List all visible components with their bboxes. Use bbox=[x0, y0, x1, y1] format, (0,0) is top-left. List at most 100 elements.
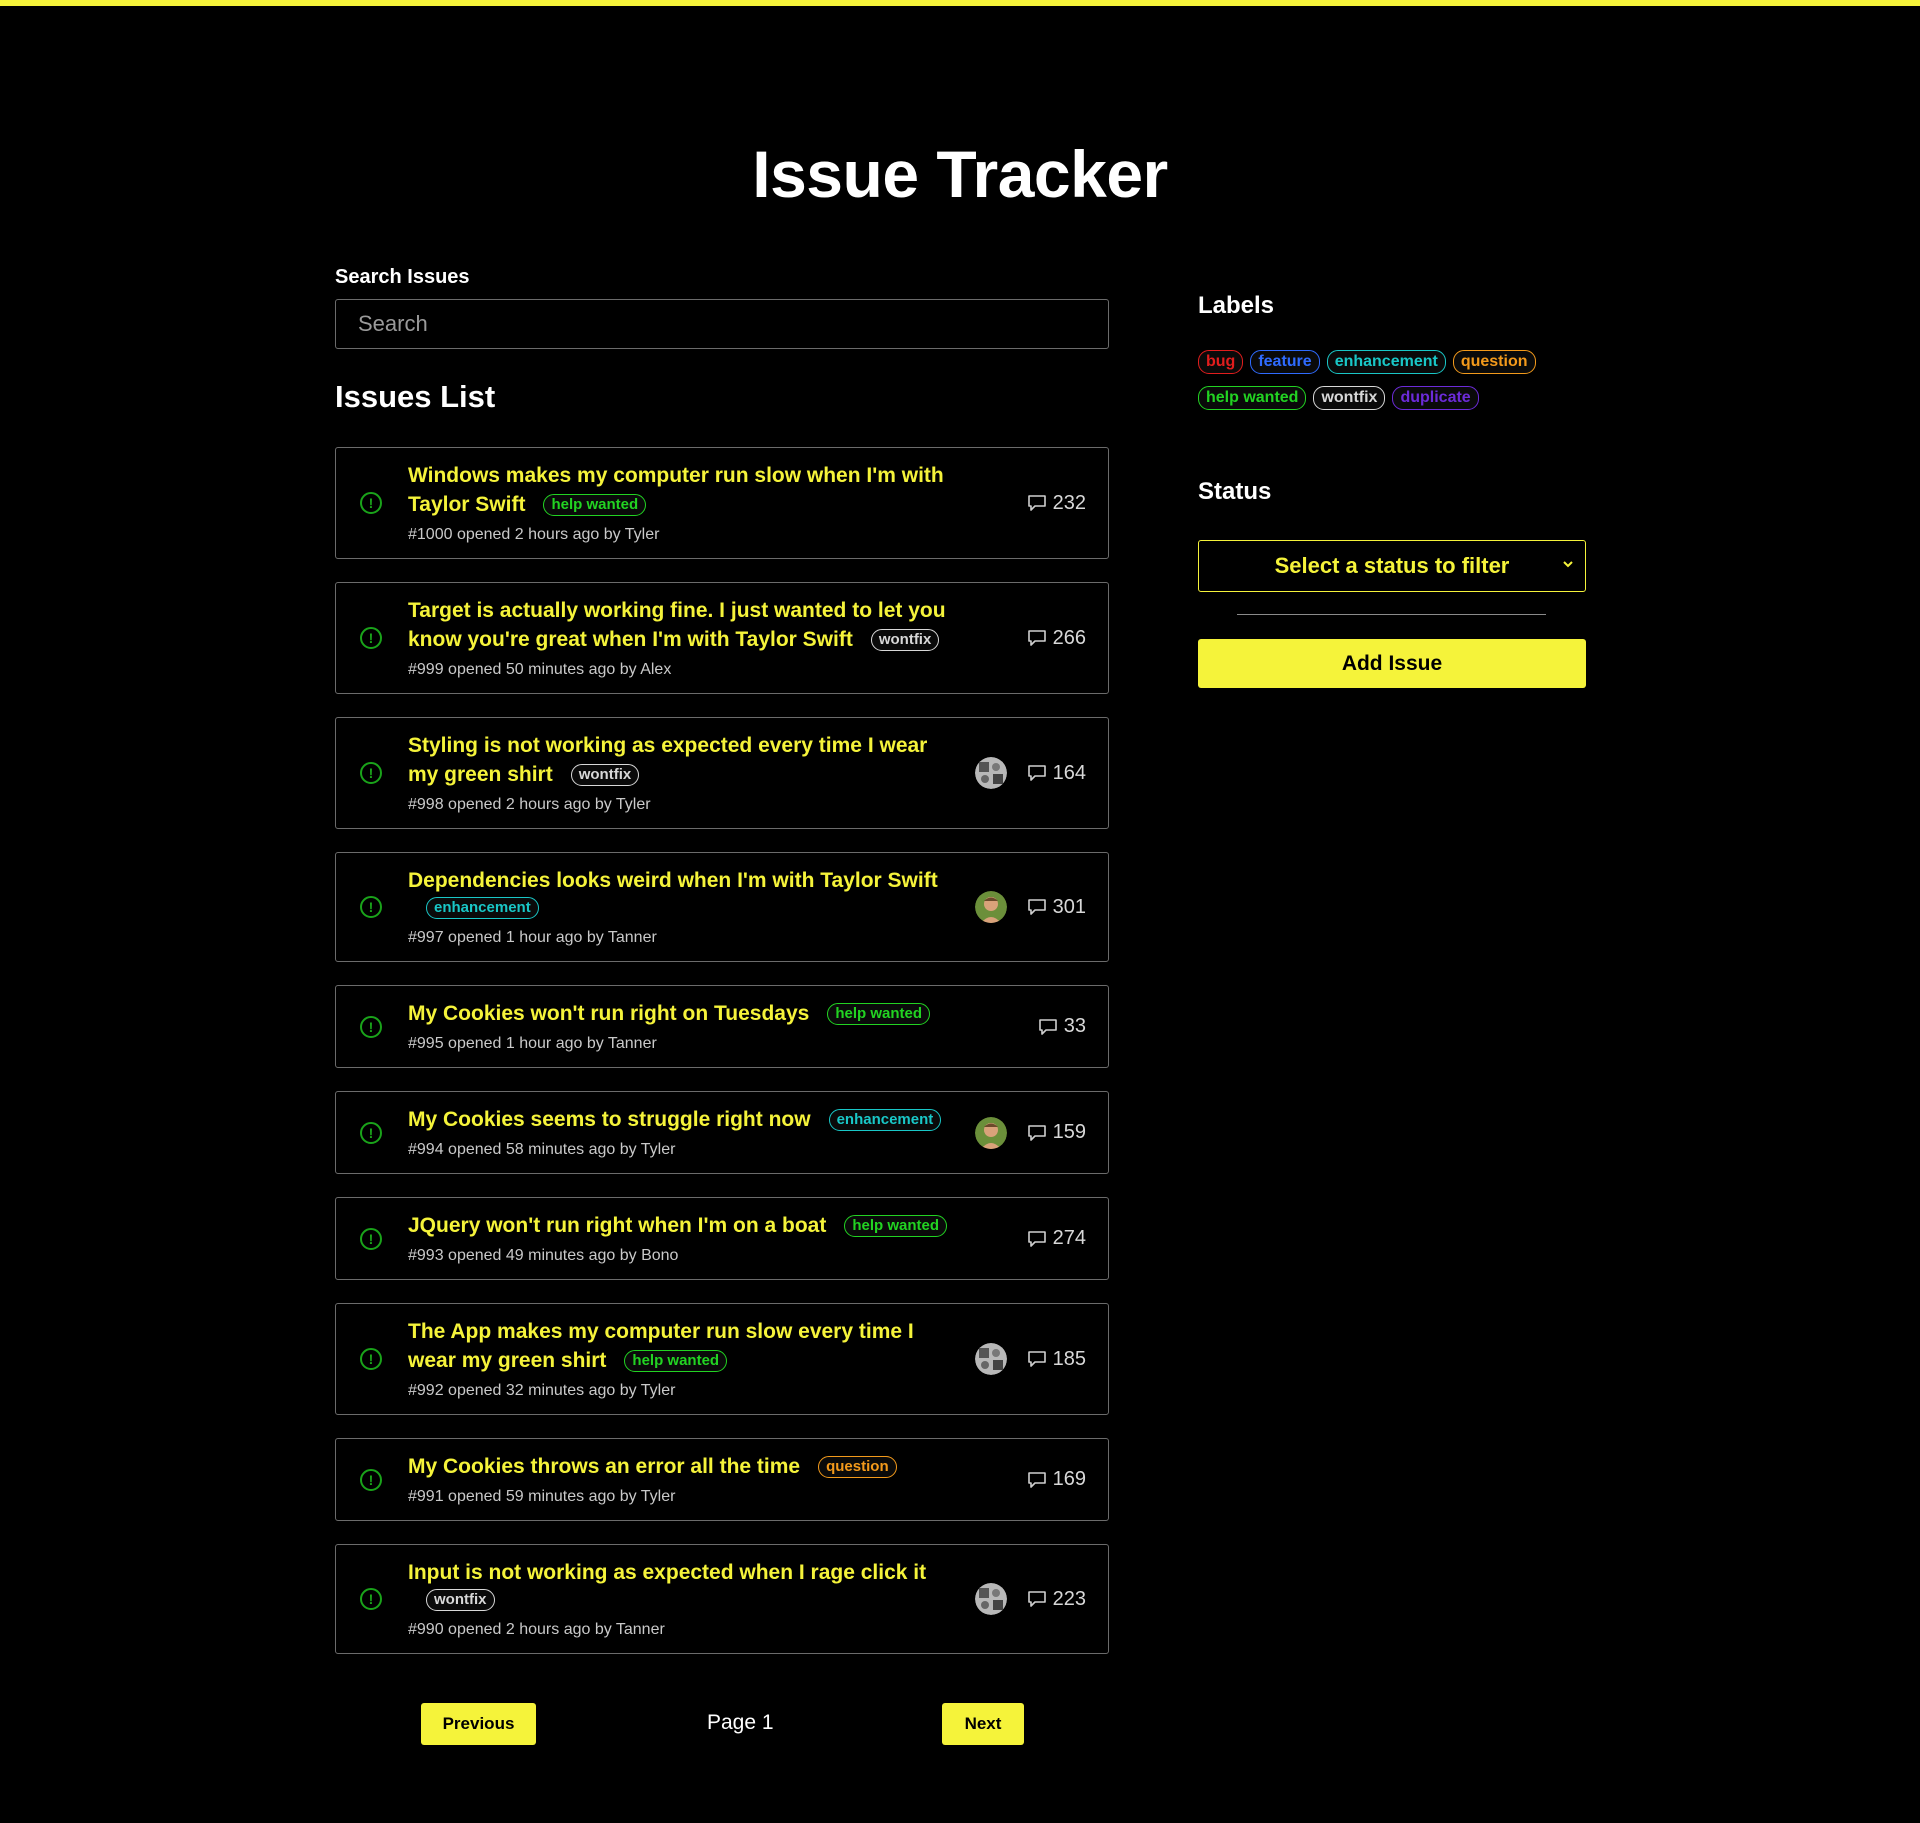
issue-title[interactable]: My Cookies throws an error all the time bbox=[408, 1455, 800, 1478]
label-filter-help-wanted[interactable]: help wanted bbox=[1198, 386, 1307, 410]
issue-body: My Cookies won't run right on Tuesdays he… bbox=[408, 1000, 1038, 1053]
comment-count-value: 223 bbox=[1052, 1587, 1086, 1610]
issue-right: 232 bbox=[1027, 492, 1086, 515]
comment-count: 169 bbox=[1027, 1468, 1086, 1491]
issue-right: 33 bbox=[1038, 1015, 1086, 1038]
issue-meta: #999 opened 50 minutes ago by Alex bbox=[408, 661, 672, 678]
add-issue-button[interactable]: Add Issue bbox=[1198, 639, 1586, 688]
avatar bbox=[974, 1583, 1007, 1615]
label-list: bug feature enhancement question help wanted… bbox=[1198, 350, 1586, 422]
issue-body: JQuery won't run right when I'm on a boa… bbox=[408, 1212, 1027, 1265]
issue-meta: #997 opened 1 hour ago by Tanner bbox=[408, 929, 657, 946]
issue-meta: #990 opened 2 hours ago by Tanner bbox=[408, 1621, 665, 1638]
issue-row[interactable]: ! Target is actually working fine. I just… bbox=[335, 582, 1109, 694]
avatar bbox=[974, 757, 1007, 789]
issue-meta: #994 opened 58 minutes ago by Tyler bbox=[408, 1141, 676, 1158]
issue-row[interactable]: ! Styling is not working as expected ever… bbox=[335, 717, 1109, 829]
comment-icon bbox=[1027, 630, 1046, 646]
divider bbox=[1237, 614, 1546, 615]
pagination: Previous Page 1 Next bbox=[335, 1703, 1109, 1747]
label-filter-wontfix[interactable]: wontfix bbox=[1313, 386, 1386, 410]
page-title: Issue Tracker bbox=[752, 137, 1168, 211]
comment-count-value: 301 bbox=[1052, 895, 1086, 918]
issue-title[interactable]: My Cookies seems to struggle right now bbox=[408, 1108, 811, 1131]
issue-title[interactable]: My Cookies won't run right on Tuesdays bbox=[408, 1002, 809, 1025]
issue-label-enhancement[interactable]: enhancement bbox=[828, 1109, 942, 1131]
issues-list-title: Issues List bbox=[335, 379, 496, 414]
issue-label-help-wanted[interactable]: help wanted bbox=[624, 1350, 728, 1372]
open-issue-icon: ! bbox=[360, 627, 382, 649]
comment-count-value: 232 bbox=[1052, 491, 1086, 514]
issue-body: The App makes my computer run slow every… bbox=[408, 1318, 975, 1400]
open-issue-icon: ! bbox=[360, 896, 382, 918]
issue-meta: #991 opened 59 minutes ago by Tyler bbox=[408, 1488, 676, 1505]
issue-right: 274 bbox=[1027, 1227, 1086, 1250]
issue-title[interactable]: Styling is not working as expected every… bbox=[408, 734, 927, 786]
open-issue-icon: ! bbox=[360, 492, 382, 514]
open-issue-icon: ! bbox=[360, 762, 382, 784]
issue-label-enhancement[interactable]: enhancement bbox=[426, 897, 539, 919]
issue-title-wrap: Target is actually working fine. I just … bbox=[408, 597, 948, 655]
issue-title[interactable]: Target is actually working fine. I just … bbox=[408, 599, 946, 651]
issue-right: 164 bbox=[974, 757, 1086, 789]
avatar bbox=[974, 1116, 1007, 1149]
next-button[interactable]: Next bbox=[942, 1703, 1024, 1745]
comment-count-value: 266 bbox=[1052, 626, 1086, 649]
issue-label-wontfix[interactable]: wontfix bbox=[426, 1589, 495, 1611]
issue-row[interactable]: ! The App makes my computer run slow ever… bbox=[335, 1303, 1109, 1415]
issue-row[interactable]: ! My Cookies won't run right on Tuesdays h… bbox=[335, 985, 1109, 1068]
label-filter-duplicate[interactable]: duplicate bbox=[1392, 386, 1479, 410]
label-filter-feature[interactable]: feature bbox=[1250, 350, 1320, 374]
comment-icon bbox=[1027, 1124, 1046, 1141]
issue-body: Windows makes my computer run slow when … bbox=[408, 462, 1027, 544]
main-column: Search Issues Issues List ! Windows makes… bbox=[335, 266, 1109, 1677]
issue-title-wrap: The App makes my computer run slow every… bbox=[408, 1318, 948, 1376]
chevron-down-icon bbox=[1563, 561, 1573, 568]
issue-body: Styling is not working as expected every… bbox=[408, 732, 975, 814]
issue-label-help-wanted[interactable]: help wanted bbox=[543, 494, 647, 516]
comment-count-value: 185 bbox=[1052, 1347, 1086, 1370]
avatar bbox=[974, 1343, 1007, 1375]
issue-meta: #993 opened 49 minutes ago by Bono bbox=[408, 1247, 679, 1264]
issue-row[interactable]: ! Input is not working as expected when I… bbox=[335, 1544, 1109, 1654]
issue-title[interactable]: Windows makes my computer run slow when … bbox=[408, 464, 944, 516]
issue-row[interactable]: ! My Cookies throws an error all the time… bbox=[335, 1438, 1109, 1521]
issue-label-wontfix[interactable]: wontfix bbox=[570, 764, 640, 786]
issue-body: Dependencies looks weird when I'm with T… bbox=[408, 867, 975, 947]
issue-row[interactable]: ! Dependencies looks weird when I'm with … bbox=[335, 852, 1109, 962]
issue-row[interactable]: ! Windows makes my computer run slow when… bbox=[335, 447, 1109, 559]
comment-icon bbox=[1027, 1351, 1046, 1367]
issue-row[interactable]: ! My Cookies seems to struggle right now e… bbox=[335, 1091, 1109, 1174]
comment-icon bbox=[1027, 1591, 1046, 1607]
issue-row[interactable]: ! JQuery won't run right when I'm on a bo… bbox=[335, 1197, 1109, 1280]
issue-body: My Cookies throws an error all the time q… bbox=[408, 1453, 1027, 1506]
status-select-value: Select a status to filter bbox=[1274, 553, 1510, 578]
page-indicator: Page 1 bbox=[707, 1711, 774, 1734]
issue-right: 159 bbox=[974, 1116, 1086, 1149]
comment-icon bbox=[1027, 1471, 1046, 1488]
previous-button[interactable]: Previous bbox=[421, 1703, 536, 1745]
comment-count: 223 bbox=[1027, 1588, 1086, 1611]
comment-icon bbox=[1027, 765, 1046, 781]
issue-label-question[interactable]: question bbox=[818, 1456, 897, 1478]
open-issue-icon: ! bbox=[360, 1468, 382, 1491]
issue-label-wontfix[interactable]: wontfix bbox=[870, 629, 940, 651]
comment-count-value: 164 bbox=[1052, 761, 1086, 784]
issue-title[interactable]: Input is not working as expected when I … bbox=[408, 1561, 926, 1584]
search-input[interactable] bbox=[335, 299, 1109, 349]
label-filter-enhancement[interactable]: enhancement bbox=[1326, 350, 1446, 374]
label-filter-question[interactable]: question bbox=[1452, 350, 1536, 374]
issue-body: Input is not working as expected when I … bbox=[408, 1559, 975, 1639]
issue-title[interactable]: Dependencies looks weird when I'm with T… bbox=[408, 869, 938, 892]
issue-label-help-wanted[interactable]: help wanted bbox=[827, 1003, 930, 1025]
issue-title[interactable]: JQuery won't run right when I'm on a boa… bbox=[408, 1214, 826, 1237]
comment-count: 164 bbox=[1027, 762, 1086, 785]
status-filter-select[interactable]: Select a status to filter bbox=[1198, 540, 1586, 592]
issue-list: ! Windows makes my computer run slow when… bbox=[335, 447, 1109, 1654]
issue-meta: #998 opened 2 hours ago by Tyler bbox=[408, 796, 651, 813]
issue-label-help-wanted[interactable]: help wanted bbox=[844, 1215, 948, 1237]
issue-title-wrap: Dependencies looks weird when I'm with T… bbox=[408, 867, 948, 923]
label-filter-bug[interactable]: bug bbox=[1198, 350, 1244, 374]
comment-count: 232 bbox=[1027, 492, 1086, 515]
top-accent-bar bbox=[0, 0, 1920, 6]
